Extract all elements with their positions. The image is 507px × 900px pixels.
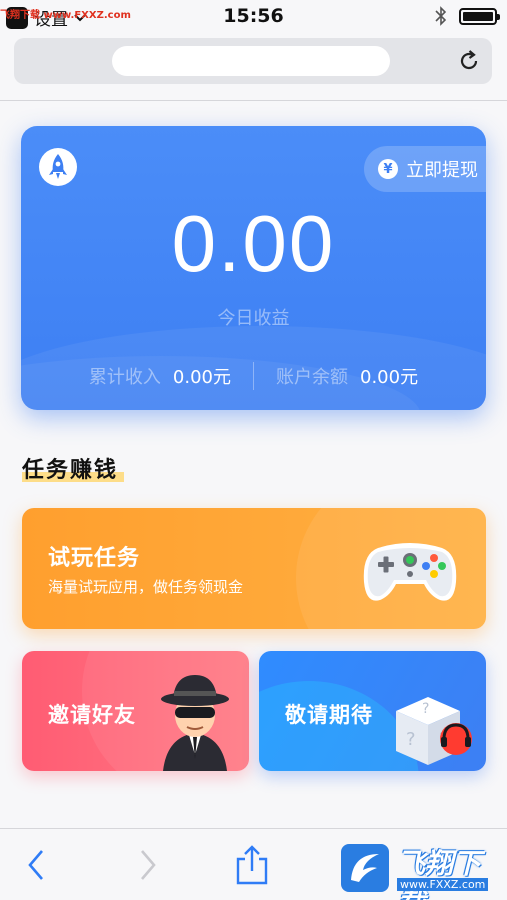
total-income-stat: 累计收入 0.00元	[67, 363, 253, 389]
url-field[interactable]	[112, 46, 390, 76]
today-earnings-label: 今日收益	[217, 308, 290, 329]
coming-soon-card[interactable]: 敬请期待 ? ? ?	[259, 651, 486, 771]
brand-watermark: 飞翔下载 www.FXXZ.com	[339, 842, 499, 900]
share-icon[interactable]	[234, 845, 270, 885]
balance-card: ¥ 立即提现 0.00 今日收益 累计收入 0.00元 账户余额 0.00元	[21, 126, 486, 410]
withdraw-label: 立即提现	[406, 160, 478, 181]
status-time: 15:56	[223, 5, 284, 27]
trial-task-card[interactable]: 试玩任务 海量试玩应用，做任务领现金	[22, 508, 486, 629]
forward-arrow-icon[interactable]	[128, 845, 164, 885]
balance-stats: 累计收入 0.00元 账户余额 0.00元	[21, 362, 486, 390]
brand-watermark-text: 飞翔下载	[397, 847, 482, 900]
battery-icon	[459, 7, 500, 25]
rocket-logo-icon	[39, 148, 77, 186]
back-arrow-icon[interactable]	[20, 845, 56, 885]
gamepad-icon	[363, 543, 457, 601]
today-earnings-amount: 0.00	[171, 199, 336, 288]
brand-logo-icon	[341, 844, 389, 892]
invite-friends-card[interactable]: 邀请好友	[22, 651, 249, 771]
status-bar-right	[435, 6, 500, 26]
header-divider	[0, 100, 507, 101]
bluetooth-icon	[435, 6, 447, 26]
battery-level	[463, 11, 493, 21]
account-balance-label: 账户余额	[276, 367, 348, 388]
coming-soon-title: 敬请期待	[285, 703, 373, 727]
spy-icon	[161, 675, 229, 771]
address-bar[interactable]	[14, 38, 492, 84]
withdraw-button[interactable]: ¥ 立即提现	[364, 146, 486, 192]
status-bar: 设置 飞翔下载 www.FXXZ.com 15:56	[0, 0, 507, 36]
mystery-cube-icon: ? ? ?	[396, 697, 472, 765]
brand-watermark-url: www.FXXZ.com	[397, 878, 489, 891]
account-balance-stat: 账户余额 0.00元	[254, 363, 440, 389]
total-income-value: 0.00元	[172, 367, 231, 388]
section-title: 任务赚钱	[22, 458, 119, 483]
svg-text:?: ?	[422, 701, 429, 717]
invite-friends-title: 邀请好友	[48, 703, 136, 727]
yen-icon: ¥	[378, 159, 398, 179]
trial-task-subtitle: 海量试玩应用，做任务领现金	[48, 578, 244, 596]
reload-icon[interactable]	[456, 48, 482, 74]
total-income-label: 累计收入	[88, 367, 161, 388]
account-balance-value: 0.00元	[360, 367, 419, 388]
svg-text:?: ?	[406, 729, 416, 750]
trial-task-title: 试玩任务	[48, 546, 141, 571]
